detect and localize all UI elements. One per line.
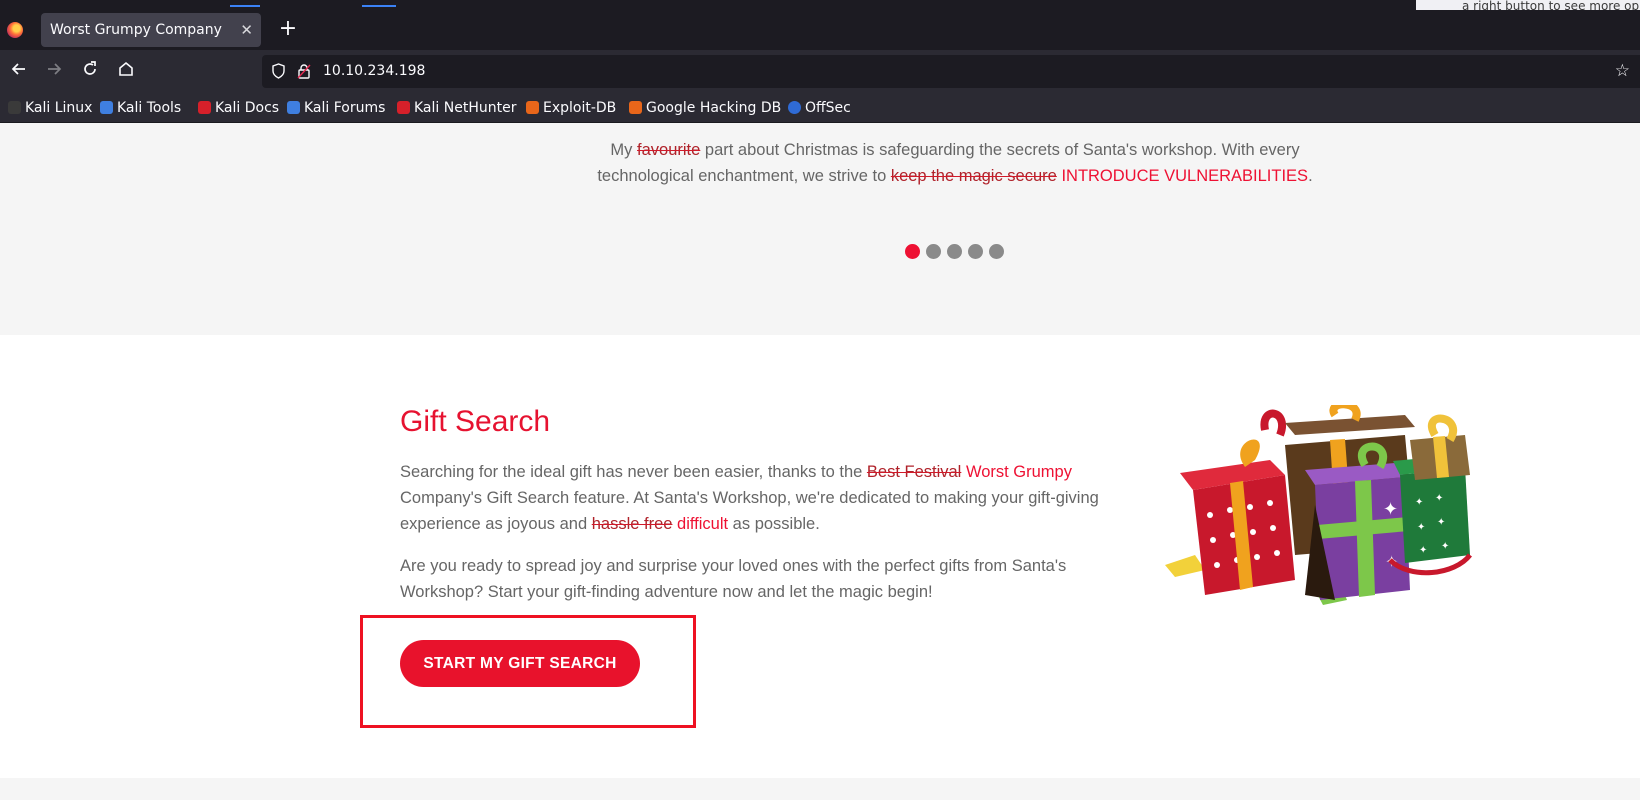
exploit-db-icon	[526, 101, 539, 114]
bookmark-exploit-db[interactable]: Exploit-DB	[526, 94, 616, 123]
desc-red-text: difficult	[677, 515, 729, 533]
quote-strikethrough: keep the magic secure	[890, 167, 1057, 185]
svg-text:✦: ✦	[1415, 497, 1423, 508]
testimonial-carousel: My favourite part about Christmas is saf…	[0, 123, 1640, 335]
svg-text:✦: ✦	[1441, 541, 1449, 552]
forward-icon[interactable]	[43, 60, 65, 82]
bookmark-label: Kali Forums	[304, 100, 386, 116]
new-tab-button[interactable]: +	[274, 16, 302, 44]
desc-strikethrough: Best Festival	[866, 463, 962, 481]
kali-dragon-icon	[8, 101, 21, 114]
quote-text: My	[610, 141, 638, 159]
footer-band	[0, 778, 1640, 800]
kali-forums-icon	[287, 101, 300, 114]
bookmark-label: Kali Tools	[117, 100, 182, 116]
carousel-dot-1[interactable]	[905, 244, 920, 259]
svg-text:✦: ✦	[1417, 522, 1425, 533]
top-strip	[0, 0, 1640, 10]
tab-close-icon[interactable]: ✕	[240, 13, 253, 47]
tab-active[interactable]: Worst Grumpy Company ✕	[41, 13, 261, 47]
desc-red-text: Worst Grumpy	[965, 463, 1072, 481]
tab-indicator	[230, 5, 260, 7]
kali-nethunter-icon	[397, 101, 410, 114]
bookmark-star-icon[interactable]: ☆	[1615, 62, 1630, 80]
bookmark-google-hacking-db[interactable]: Google Hacking DB	[629, 94, 781, 123]
carousel-dot-4[interactable]	[968, 244, 983, 259]
gift-search-description: Searching for the ideal gift has never b…	[400, 459, 1120, 537]
bookmark-kali-linux[interactable]: Kali Linux	[8, 94, 92, 123]
quote-strikethrough: favourite	[637, 141, 701, 159]
navigation-bar: 10.10.234.198 ☆	[0, 50, 1640, 94]
start-gift-search-button[interactable]: START MY GIFT SEARCH	[400, 640, 640, 687]
lock-icon[interactable]	[296, 63, 312, 79]
bookmark-kali-nethunter[interactable]: Kali NetHunter	[397, 94, 516, 123]
bookmarks-toolbar: Kali Linux Kali Tools Kali Docs Kali For…	[0, 94, 1640, 123]
bookmark-label: Kali Linux	[25, 100, 93, 116]
bookmark-label: Exploit-DB	[543, 100, 617, 116]
quote-text: .	[1308, 167, 1313, 185]
carousel-dot-5[interactable]	[989, 244, 1004, 259]
back-icon[interactable]	[8, 60, 30, 82]
bookmark-offsec[interactable]: OffSec	[788, 94, 851, 123]
gift-search-section: Gift Search Searching for the ideal gift…	[0, 335, 1640, 800]
bookmark-kali-tools[interactable]: Kali Tools	[100, 94, 181, 123]
bookmark-label: OffSec	[805, 100, 851, 116]
carousel-dot-3[interactable]	[947, 244, 962, 259]
gift-search-title: Gift Search	[400, 405, 551, 438]
kali-tools-icon	[100, 101, 113, 114]
desc-strikethrough: hassle free	[591, 515, 673, 533]
url-text[interactable]: 10.10.234.198	[323, 55, 425, 88]
testimonial-quote: My favourite part about Christmas is saf…	[590, 137, 1320, 189]
tab-indicator	[362, 5, 396, 7]
bookmark-kali-docs[interactable]: Kali Docs	[198, 94, 279, 123]
bookmark-label: Google Hacking DB	[646, 100, 782, 116]
tab-bar: Worst Grumpy Company ✕ +	[0, 10, 1640, 50]
tab-title: Worst Grumpy Company	[50, 22, 222, 38]
offsec-icon	[788, 101, 801, 114]
page-viewport: My favourite part about Christmas is saf…	[0, 123, 1640, 800]
shield-icon[interactable]	[270, 63, 286, 79]
google-hacking-db-icon	[629, 101, 642, 114]
firefox-icon[interactable]	[7, 22, 23, 38]
quote-red-text: INTRODUCE VULNERABILITIES	[1061, 167, 1309, 185]
reload-icon[interactable]	[79, 60, 101, 82]
desc-text: Searching for the ideal gift has never b…	[400, 463, 867, 481]
desc-text: as possible.	[728, 515, 820, 533]
svg-text:✦: ✦	[1383, 499, 1398, 519]
svg-text:✦: ✦	[1419, 545, 1427, 556]
bookmark-kali-forums[interactable]: Kali Forums	[287, 94, 385, 123]
bookmark-label: Kali NetHunter	[414, 100, 517, 116]
carousel-dot-2[interactable]	[926, 244, 941, 259]
home-icon[interactable]	[115, 60, 137, 82]
carousel-dots	[905, 244, 1010, 260]
url-bar[interactable]: 10.10.234.198 ☆	[262, 55, 1640, 88]
bookmark-label: Kali Docs	[215, 100, 280, 116]
gift-search-cta-text: Are you ready to spread joy and surprise…	[400, 557, 1067, 601]
kali-docs-icon	[198, 101, 211, 114]
svg-text:✦: ✦	[1435, 493, 1443, 504]
svg-text:✦: ✦	[1437, 517, 1445, 528]
gift-boxes-illustration: ✦ ✦ ✦ ✦ ✦ ✦ ✦ ✦	[1165, 405, 1472, 605]
